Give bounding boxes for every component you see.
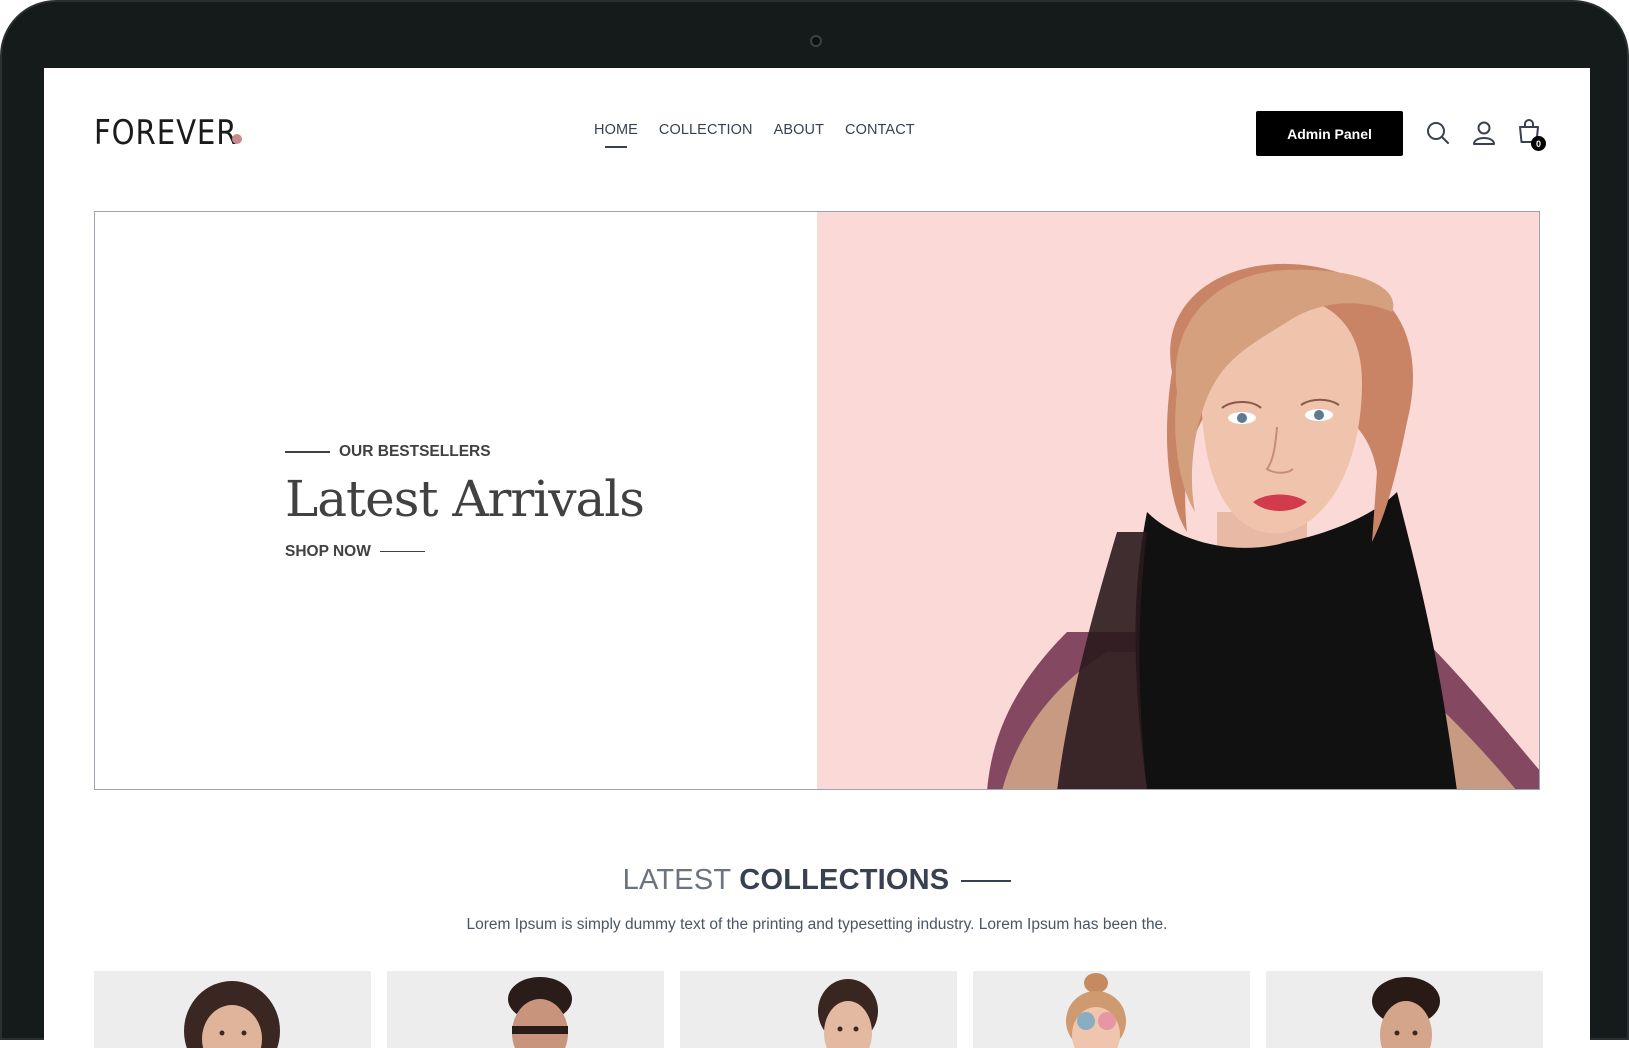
section-title-latest-collections: LATEST COLLECTIONS [44, 864, 1590, 897]
profile-icon[interactable] [1471, 120, 1497, 146]
main-nav: HOME COLLECTION ABOUT CONTACT [594, 122, 915, 148]
section-description: Lorem Ipsum is simply dummy text of the … [466, 916, 1168, 933]
hero-banner: OUR BESTSELLERS Latest Arrivals SHOP NOW [94, 211, 1540, 790]
hero-title: Latest Arrivals [285, 470, 645, 528]
product-image [1066, 973, 1126, 1048]
product-card[interactable] [94, 971, 371, 1048]
hero-text-panel: OUR BESTSELLERS Latest Arrivals SHOP NOW [95, 212, 817, 789]
camera-dot [810, 35, 822, 47]
section-title-light: LATEST [622, 864, 732, 896]
hero-kicker-label: OUR BESTSELLERS [339, 443, 491, 460]
cart-count-badge: 0 [1531, 136, 1546, 151]
product-grid [94, 971, 1543, 1048]
hero-kicker: OUR BESTSELLERS [285, 443, 644, 461]
brand-logo[interactable]: FOREVER [94, 113, 237, 153]
hero-text-block: OUR BESTSELLERS Latest Arrivals SHOP NOW [285, 443, 645, 561]
shop-now-link[interactable]: SHOP NOW [285, 543, 644, 561]
brand-logo-dot [232, 134, 242, 144]
kicker-line [285, 451, 330, 453]
browser-screen: FOREVER HOME COLLECTION ABOUT CONTACT Ad… [44, 68, 1590, 1048]
search-icon[interactable] [1425, 120, 1451, 146]
product-image [508, 977, 572, 1048]
section-title-bold: COLLECTIONS [739, 864, 950, 896]
admin-panel-button[interactable]: Admin Panel [1256, 111, 1403, 156]
nav-item-home[interactable]: HOME [594, 122, 638, 148]
product-image [818, 979, 878, 1048]
product-card[interactable] [387, 971, 664, 1048]
nav-item-contact[interactable]: CONTACT [845, 122, 915, 138]
nav-item-collection[interactable]: COLLECTION [659, 122, 753, 138]
product-card[interactable] [680, 971, 957, 1048]
shop-now-line [379, 550, 425, 553]
product-image [184, 981, 280, 1048]
hero-model-image [987, 263, 1539, 789]
hero-image-panel [817, 212, 1539, 789]
product-image [1372, 977, 1440, 1048]
nav-item-about[interactable]: ABOUT [774, 122, 824, 138]
section-title-line [961, 879, 1012, 882]
product-card[interactable] [973, 971, 1250, 1048]
product-card[interactable] [1266, 971, 1543, 1048]
device-frame: FOREVER HOME COLLECTION ABOUT CONTACT Ad… [0, 0, 1629, 1048]
shop-now-label: SHOP NOW [285, 542, 371, 560]
